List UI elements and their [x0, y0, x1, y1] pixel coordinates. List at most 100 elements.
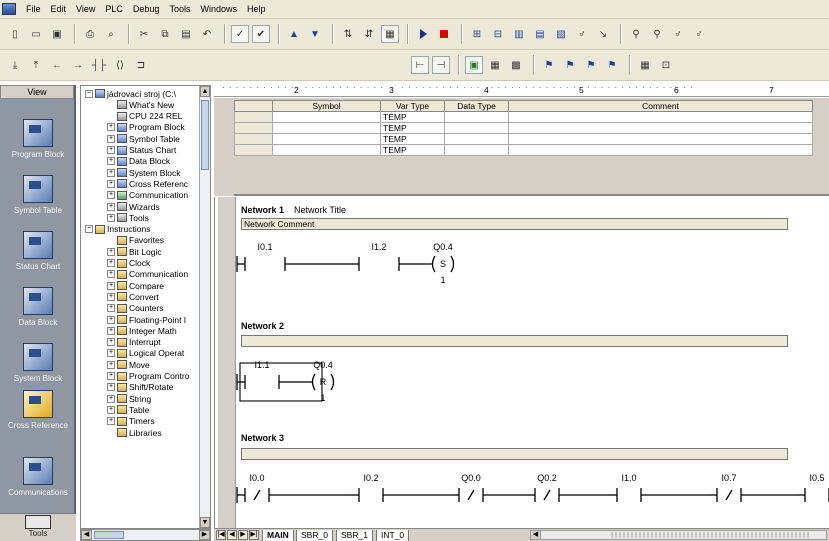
expand-icon[interactable]: + [107, 281, 115, 290]
view-communications[interactable]: Communications [0, 457, 76, 497]
expand-icon[interactable]: + [107, 304, 115, 313]
view-tools-button[interactable]: Tools [0, 513, 76, 541]
tree-item[interactable]: + Move [107, 359, 150, 370]
expand-icon[interactable]: + [107, 338, 115, 347]
network-view-icon[interactable]: ▣ [465, 56, 483, 74]
table-row[interactable]: TEMP [234, 122, 813, 134]
menu-file[interactable]: File [21, 0, 46, 19]
sort-descending-icon[interactable]: ⇵ [360, 25, 378, 43]
expand-icon[interactable]: + [107, 292, 115, 301]
cell-symbol[interactable] [272, 133, 381, 145]
tree-vertical-scrollbar[interactable]: ▲ ▼ [199, 86, 210, 528]
menu-tools[interactable]: Tools [164, 0, 195, 19]
scroll-left-icon[interactable]: ◀ [81, 530, 92, 540]
menu-help[interactable]: Help [242, 0, 271, 19]
tree-item[interactable]: + Clock [107, 258, 150, 269]
view-status-chart[interactable]: Status Chart [0, 231, 76, 271]
tree-item[interactable]: + Cross Referenc [107, 178, 188, 189]
row-header[interactable] [234, 111, 273, 123]
cell-symbol[interactable] [272, 111, 381, 123]
unforce-all-icon[interactable]: ♂ [690, 25, 708, 43]
tree-item[interactable]: + Convert [107, 291, 159, 302]
tree-item[interactable]: + Program Contro [107, 371, 189, 382]
download-icon[interactable]: ▼ [306, 25, 324, 43]
unlock-icon[interactable]: ⚲ [648, 25, 666, 43]
cell-comment[interactable] [508, 122, 813, 134]
bookmark-clear-icon[interactable]: ⚑ [603, 56, 621, 74]
tree-item[interactable]: + Symbol Table [107, 133, 180, 144]
rung-collapse-icon[interactable]: ⊣ [432, 56, 450, 74]
stop-icon[interactable] [435, 25, 453, 43]
expand-icon[interactable]: + [107, 146, 115, 154]
write-all-icon[interactable]: ▧ [552, 25, 570, 43]
rung-expand-icon[interactable]: ⊢ [411, 56, 429, 74]
expand-icon[interactable]: + [107, 259, 115, 267]
expand-icon[interactable] [107, 429, 115, 437]
undo-icon[interactable]: ↶ [198, 25, 216, 43]
cell-comment[interactable] [508, 111, 813, 123]
compile-all-icon[interactable]: ✔ [252, 25, 270, 43]
symbol-table-icon[interactable]: ▦ [636, 56, 654, 74]
expand-icon[interactable]: + [107, 315, 115, 324]
view-symbol-table[interactable]: Symbol Table [0, 175, 76, 215]
menu-windows[interactable]: Windows [195, 0, 242, 19]
tab-sbr-1[interactable]: SBR_1 [336, 530, 373, 541]
lock-icon[interactable]: ⚲ [627, 25, 645, 43]
compile-icon[interactable]: ✓ [231, 25, 249, 43]
cell-data-type[interactable] [444, 144, 509, 156]
scroll-up-icon[interactable]: ▲ [200, 86, 210, 97]
save-icon[interactable]: ▣ [48, 25, 66, 43]
coil-icon[interactable]: ⟨⟩ [111, 56, 129, 74]
row-header[interactable] [234, 144, 273, 156]
table-row[interactable]: TEMP [234, 111, 813, 123]
symbol-addressing-icon[interactable]: ⊡ [657, 56, 675, 74]
expand-icon[interactable]: + [107, 202, 115, 211]
tab-sbr-0[interactable]: SBR_0 [296, 530, 333, 541]
cell-comment[interactable] [508, 144, 813, 156]
print-preview-icon[interactable]: ⌕ [102, 25, 120, 43]
collapse-icon[interactable]: − [85, 225, 93, 234]
tree-item[interactable]: + Tools [107, 212, 149, 223]
tree-item[interactable]: + Logical Operat [107, 348, 184, 359]
single-read-icon[interactable]: ▤ [531, 25, 549, 43]
upload-icon[interactable]: ▲ [285, 25, 303, 43]
tree-item[interactable]: + Timers [107, 416, 155, 427]
tree-item[interactable]: + Interrupt [107, 337, 161, 348]
view-program-block[interactable]: Program Block [0, 119, 76, 159]
chart-status-icon[interactable]: ▥ [510, 25, 528, 43]
expand-icon[interactable]: + [107, 360, 115, 369]
line-right-icon[interactable]: → [69, 56, 87, 74]
view-data-block[interactable]: Data Block [0, 287, 76, 327]
tree-item[interactable]: What's New [107, 99, 174, 110]
scroll-left-icon[interactable]: ◀ [531, 531, 541, 539]
expand-icon[interactable]: + [107, 213, 115, 222]
expand-icon[interactable] [107, 236, 115, 244]
tree-item[interactable]: + Wizards [107, 201, 160, 212]
row-header[interactable] [234, 122, 273, 134]
tree-item[interactable]: + Table [107, 404, 149, 415]
table-row[interactable]: TEMP [234, 144, 813, 156]
cell-var-type[interactable]: TEMP [380, 133, 445, 145]
tab-int-0[interactable]: INT_0 [376, 530, 410, 541]
view-system-block[interactable]: System Block [0, 343, 76, 383]
tree-item[interactable]: Favorites [107, 235, 164, 246]
tab-next-icon[interactable]: ▶ [238, 530, 248, 540]
print-icon[interactable]: ⎙ [81, 25, 99, 43]
tree-item[interactable]: + Communication [107, 190, 188, 201]
menu-edit[interactable]: Edit [46, 0, 72, 19]
bookmark-next-icon[interactable]: ⚑ [561, 56, 579, 74]
cell-data-type[interactable] [444, 111, 509, 123]
tree-item[interactable]: + Communication [107, 269, 188, 280]
unforce-icon[interactable]: ↘ [594, 25, 612, 43]
expand-icon[interactable]: + [107, 417, 115, 426]
expand-icon[interactable]: + [107, 383, 115, 392]
tree-item[interactable]: CPU 224 REL [107, 111, 182, 122]
expand-icon[interactable]: + [107, 134, 115, 143]
expand-icon[interactable] [107, 112, 115, 120]
new-file-icon[interactable]: ▯ [6, 25, 24, 43]
table-view-icon[interactable]: ▦ [486, 56, 504, 74]
tree-item[interactable]: − jádrovací stroj (C:\ [85, 88, 176, 99]
cell-symbol[interactable] [272, 122, 381, 134]
run-icon[interactable] [414, 25, 432, 43]
tree-item[interactable]: + System Block [107, 167, 181, 178]
